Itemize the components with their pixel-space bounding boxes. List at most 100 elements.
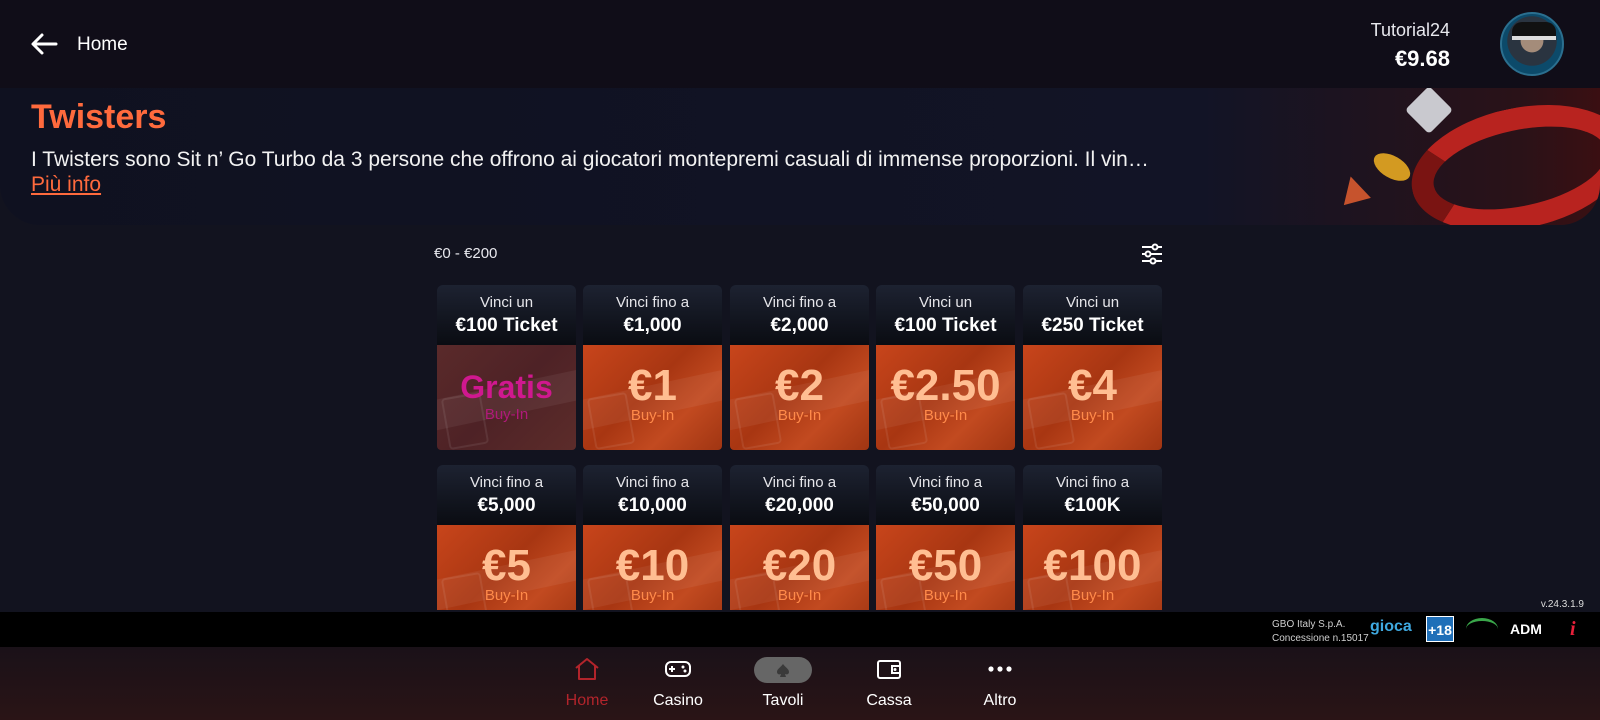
ticket-prize-prefix: Vinci fino a — [762, 474, 837, 491]
ticket-prize-amount: €100K — [1064, 495, 1121, 516]
company-name: GBO Italy S.p.A. — [1272, 619, 1346, 630]
ticket-prize-header: Vinci un €100 Ticket — [876, 285, 1015, 345]
ticket-buyin-price: €2.50 — [890, 361, 1001, 410]
ticket-prize-amount: €5,000 — [477, 495, 536, 516]
ticket-prize-header: Vinci fino a €100K — [1023, 465, 1162, 525]
ticket-prize-header: Vinci fino a €10,000 — [583, 465, 722, 525]
ticket-buyin-label: Buy-In — [777, 587, 822, 604]
nav-label-casino: Casino — [653, 692, 703, 709]
nav-label-cassa: Cassa — [866, 692, 912, 709]
coin-decoration — [1369, 147, 1415, 187]
banner-description: I Twisters sono Sit n’ Go Turbo da 3 per… — [31, 148, 1149, 171]
nav-item-casino[interactable]: Casino — [633, 647, 723, 720]
concession-number: Concessione n.15017 — [1272, 633, 1369, 644]
ticket-prize-amount: €2,000 — [770, 315, 829, 336]
ticket-prize-header: Vinci un €100 Ticket — [437, 285, 576, 345]
ticket-buyin-panel: €50 Buy-In — [876, 525, 1015, 610]
ticket-prize-prefix: Vinci fino a — [762, 294, 837, 311]
ticket-prize-prefix: Vinci fino a — [615, 294, 690, 311]
ticket-buyin-price: Gratis — [460, 369, 553, 405]
spade-pill-icon — [754, 657, 812, 683]
twister-ticket-card[interactable]: Vinci un €250 Ticket €4 Buy-In — [1023, 285, 1162, 450]
ticket-buyin-price: €2 — [775, 361, 824, 410]
ticket-prize-header: Vinci fino a €2,000 — [730, 285, 869, 345]
triangle-decoration — [1337, 172, 1371, 206]
ticket-buyin-label: Buy-In — [777, 407, 822, 424]
twister-ticket-card[interactable]: Vinci un €100 Ticket €2.50 Buy-In — [876, 285, 1015, 450]
gioca-responsabile-logo[interactable]: gioca — [1370, 618, 1412, 636]
ticket-prize-header: Vinci fino a €20,000 — [730, 465, 869, 525]
ticket-prize-amount: €50,000 — [911, 495, 980, 516]
twister-ticket-card[interactable]: Vinci un €100 Ticket Gratis Buy-In — [437, 285, 576, 450]
twister-ticket-card[interactable]: Vinci fino a €100K €100 Buy-In — [1023, 465, 1162, 610]
ticket-buyin-panel: €5 Buy-In — [437, 525, 576, 610]
ticket-buyin-panel: €2.50 Buy-In — [876, 345, 1015, 450]
ticket-prize-prefix: Vinci fino a — [615, 474, 690, 491]
adm-wheel-icon — [1466, 618, 1498, 640]
age-restriction-badge: +18 — [1426, 616, 1454, 642]
ticket-buyin-panel: €1 Buy-In — [583, 345, 722, 450]
ticket-buyin-label: Buy-In — [630, 587, 675, 604]
ticket-buyin-panel: €4 Buy-In — [1023, 345, 1162, 450]
ticket-prize-header: Vinci un €250 Ticket — [1023, 285, 1162, 345]
ticket-buyin-price: €10 — [615, 541, 690, 590]
ticket-buyin-label: Buy-In — [484, 587, 529, 604]
nav-label-altro: Altro — [983, 692, 1017, 709]
ticket-prize-header: Vinci fino a €50,000 — [876, 465, 1015, 525]
bottom-navigation: Home Casino Tavoli Cassa Altro — [0, 647, 1600, 720]
ticket-buyin-panel: €10 Buy-In — [583, 525, 722, 610]
twister-ticket-card[interactable]: Vinci fino a €10,000 €10 Buy-In — [583, 465, 722, 610]
twister-ticket-card[interactable]: Vinci fino a €20,000 €20 Buy-In — [730, 465, 869, 610]
game-banner: Twisters I Twisters sono Sit n’ Go Turbo… — [0, 88, 1600, 225]
avatar[interactable] — [1500, 12, 1564, 76]
twister-ticket-card[interactable]: Vinci fino a €2,000 €2 Buy-In — [730, 285, 869, 450]
twister-ticket-card[interactable]: Vinci fino a €5,000 €5 Buy-In — [437, 465, 576, 610]
avatar-hatband-shape — [1512, 36, 1556, 40]
legal-bar: GBO Italy S.p.A. Concessione n.15017 gio… — [0, 612, 1600, 647]
twister-ticket-card[interactable]: Vinci fino a €50,000 €50 Buy-In — [876, 465, 1015, 610]
home-icon — [575, 658, 599, 680]
ticket-prize-amount: €10,000 — [618, 495, 687, 516]
ticket-buyin-panel: €2 Buy-In — [730, 345, 869, 450]
ticket-buyin-price: €5 — [482, 541, 531, 590]
adm-logo[interactable]: ADM — [1510, 621, 1542, 637]
buyin-range-label: €0 - €200 — [434, 245, 498, 262]
ticket-buyin-panel: €100 Buy-In — [1023, 525, 1162, 610]
card-decoration — [1404, 88, 1454, 135]
ticket-prize-prefix: Vinci fino a — [1055, 474, 1130, 491]
more-info-link[interactable]: Più info — [31, 173, 101, 197]
top-bar: Home Tutorial24 €9.68 — [0, 0, 1600, 88]
filter-sliders-icon[interactable] — [1140, 242, 1164, 266]
ticket-prize-header: Vinci fino a €5,000 — [437, 465, 576, 525]
operator-info: GBO Italy S.p.A. Concessione n.15017 — [1272, 618, 1369, 646]
ticket-buyin-price: €1 — [628, 361, 677, 410]
ticket-prize-amount: €250 Ticket — [1041, 315, 1144, 336]
ticket-prize-amount: €100 Ticket — [455, 315, 558, 336]
info-icon[interactable]: i — [1570, 618, 1576, 641]
nav-item-cassa[interactable]: Cassa — [844, 647, 934, 720]
ticket-buyin-label: Buy-In — [1070, 587, 1115, 604]
ticket-buyin-panel: €20 Buy-In — [730, 525, 869, 610]
ticket-buyin-label: Buy-In — [484, 406, 529, 423]
ticket-prize-amount: €20,000 — [765, 495, 834, 516]
page-title: Twisters — [31, 98, 167, 136]
nav-item-home[interactable]: Home — [542, 647, 632, 720]
nav-item-tavoli[interactable]: Tavoli — [738, 647, 828, 720]
back-arrow-icon[interactable] — [28, 28, 60, 60]
spade-icon — [777, 664, 789, 677]
ticket-buyin-price: €50 — [908, 541, 983, 590]
twister-ticket-card[interactable]: Vinci fino a €1,000 €1 Buy-In — [583, 285, 722, 450]
account-balance: €9.68 — [1394, 46, 1450, 71]
username: Tutorial24 — [1370, 20, 1450, 40]
back-home-label[interactable]: Home — [77, 34, 128, 56]
nav-item-altro[interactable]: Altro — [955, 647, 1045, 720]
ticket-prize-amount: €100 Ticket — [894, 315, 997, 336]
ticket-buyin-label: Buy-In — [1070, 407, 1115, 424]
ticket-prize-prefix: Vinci un — [479, 294, 534, 311]
ticket-buyin-price: €100 — [1043, 541, 1142, 590]
ticket-buyin-price: €4 — [1068, 361, 1117, 410]
more-icon — [988, 666, 1012, 672]
ticket-prize-prefix: Vinci fino a — [908, 474, 983, 491]
ticket-buyin-price: €20 — [762, 541, 837, 590]
wallet-icon — [877, 660, 901, 679]
